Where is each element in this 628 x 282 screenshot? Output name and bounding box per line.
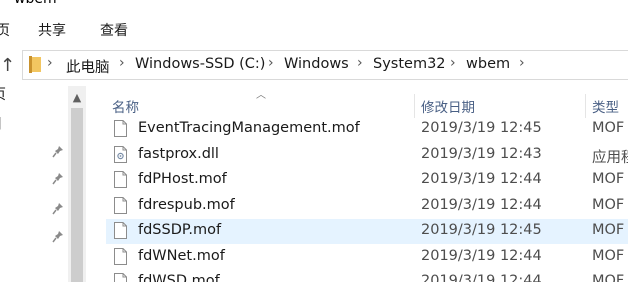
file-modified-date: 2019/3/19 12:45 <box>421 222 542 238</box>
column-header-name[interactable]: 名称 <box>112 96 139 116</box>
file-type: MOF <box>592 273 625 282</box>
file-row[interactable]: fdrespub.mof 2019/3/19 12:44 MOF <box>106 194 628 219</box>
file-modified-date: 2019/3/19 12:44 <box>421 273 542 282</box>
navigation-pane: 页 ] <box>0 86 68 282</box>
file-row[interactable]: fastprox.dll 2019/3/19 12:43 应用程 <box>106 143 628 168</box>
breadcrumb-wbem[interactable]: wbem <box>466 56 510 72</box>
mof-file-icon <box>114 273 127 282</box>
file-type: MOF <box>592 222 625 238</box>
chevron-right-icon[interactable]: › <box>268 55 274 71</box>
file-name: fdWSD.mof <box>138 273 220 282</box>
file-type: MOF <box>592 247 625 264</box>
file-row[interactable]: fdSSDP.mof 2019/3/19 12:45 MOF <box>106 219 628 244</box>
tab-view[interactable]: 查看 <box>100 20 128 40</box>
nav-scrollbar[interactable]: ▲ <box>68 86 86 282</box>
folder-icon <box>29 56 41 73</box>
file-modified-date: 2019/3/19 12:43 <box>421 145 542 162</box>
up-arrow-icon[interactable]: ↑ <box>0 55 15 77</box>
column-divider[interactable] <box>414 94 415 118</box>
file-type: MOF <box>592 196 625 213</box>
window-title: wbem <box>14 0 57 7</box>
file-modified-date: 2019/3/19 12:45 <box>421 120 542 136</box>
column-header-date[interactable]: 修改日期 <box>421 96 475 116</box>
file-name: fastprox.dll <box>138 145 219 162</box>
scrollbar-thumb[interactable] <box>71 108 83 282</box>
mof-file-icon <box>114 120 127 137</box>
tab-page[interactable]: 页 <box>0 20 10 40</box>
address-row: ↑ › 此电脑 › Windows-SSD (C:) › Windows › S… <box>0 44 628 86</box>
file-row[interactable]: EventTracingManagement.mof 2019/3/19 12:4… <box>106 117 628 142</box>
file-list: ︿ 名称 修改日期 类型 EventTracingManagement.mof 2… <box>86 86 628 282</box>
file-type: 应用程 <box>592 149 628 166</box>
pin-icon[interactable] <box>52 172 64 186</box>
column-header-row: 名称 修改日期 类型 <box>86 94 628 118</box>
chevron-right-icon[interactable]: › <box>47 55 53 71</box>
file-row[interactable]: fdWNet.mof 2019/3/19 12:44 MOF <box>106 245 628 270</box>
breadcrumb-this-pc[interactable]: 此电脑 <box>66 56 110 77</box>
title-bar: wbem <box>0 0 628 10</box>
file-row[interactable]: fdWSD.mof 2019/3/19 12:44 MOF <box>106 270 628 282</box>
chevron-right-icon[interactable]: › <box>450 55 456 71</box>
chevron-right-icon[interactable]: › <box>119 55 125 71</box>
file-name: EventTracingManagement.mof <box>138 120 360 136</box>
file-name: fdWNet.mof <box>138 247 225 264</box>
file-modified-date: 2019/3/19 12:44 <box>421 247 542 264</box>
pin-icon[interactable] <box>52 230 64 244</box>
file-name: fdSSDP.mof <box>138 222 222 238</box>
file-name: fdrespub.mof <box>138 196 235 213</box>
breadcrumb-drive[interactable]: Windows-SSD (C:) <box>135 56 265 72</box>
scroll-up-arrow-icon[interactable]: ▲ <box>71 92 83 104</box>
chevron-right-icon[interactable]: › <box>519 55 525 71</box>
mof-file-icon <box>114 171 127 188</box>
mof-file-icon <box>114 247 127 265</box>
column-header-type[interactable]: 类型 <box>592 96 619 116</box>
file-modified-date: 2019/3/19 12:44 <box>421 196 542 213</box>
file-modified-date: 2019/3/19 12:44 <box>421 171 542 187</box>
file-type: MOF <box>592 171 625 187</box>
file-row[interactable]: fdPHost.mof 2019/3/19 12:44 MOF <box>106 168 628 193</box>
breadcrumb-system32[interactable]: System32 <box>373 56 446 72</box>
nav-item[interactable]: ] <box>0 116 1 132</box>
tab-share[interactable]: 共享 <box>38 20 66 40</box>
ribbon-tabs: 页 共享 查看 <box>0 10 628 44</box>
pin-icon[interactable] <box>52 202 64 216</box>
mof-file-icon <box>114 196 127 214</box>
file-name: fdPHost.mof <box>138 171 227 187</box>
address-bar[interactable]: › 此电脑 › Windows-SSD (C:) › Windows › Sys… <box>22 50 628 80</box>
mof-file-icon <box>114 222 127 239</box>
dll-file-icon <box>114 145 127 163</box>
column-divider[interactable] <box>585 94 586 118</box>
chevron-right-icon[interactable]: › <box>357 55 363 71</box>
file-type: MOF <box>592 120 625 136</box>
nav-item[interactable]: 页 <box>0 84 6 104</box>
breadcrumb-windows[interactable]: Windows <box>284 56 349 72</box>
pin-icon[interactable] <box>52 145 64 159</box>
